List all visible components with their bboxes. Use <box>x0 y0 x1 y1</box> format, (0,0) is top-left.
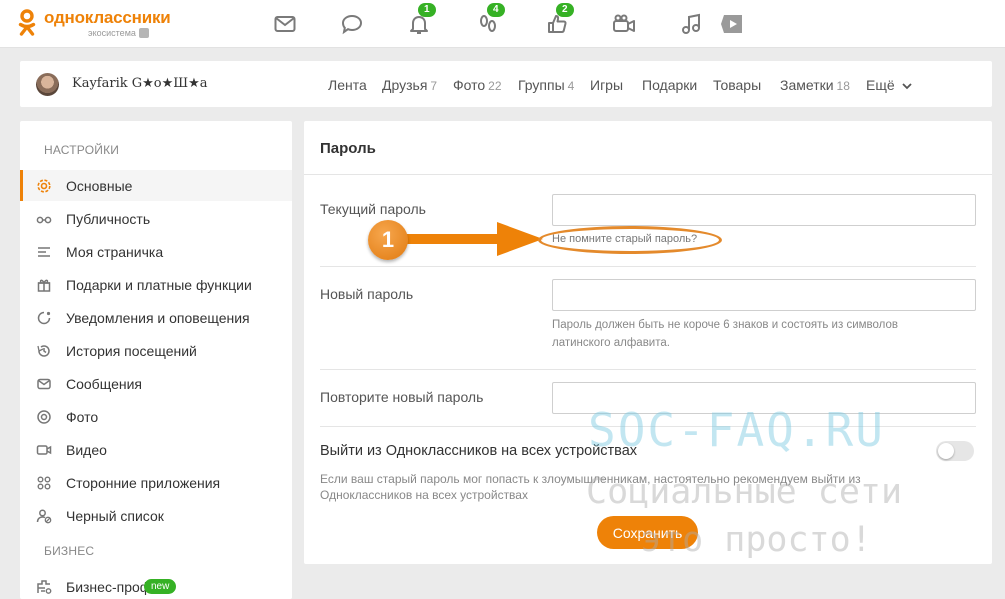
sidebar-item-blacklist[interactable]: Черный список <box>20 500 292 531</box>
logout-all-toggle[interactable] <box>936 441 974 461</box>
nav-photos[interactable]: Фото 22 <box>453 77 502 93</box>
sidebar-item-apps[interactable]: Сторонние приложения <box>20 467 292 498</box>
sidebar-item-messages[interactable]: Сообщения <box>20 368 292 399</box>
sidebar-item-my-page[interactable]: Моя страничка <box>20 236 292 267</box>
like-icon[interactable]: 2 <box>545 3 574 36</box>
sidebar-item-publicity[interactable]: Публичность <box>20 203 292 234</box>
profile-nav-bar: Kayfarik G★o★Ш★a Лента Друзья 7 Фото 22 Гр… <box>20 61 992 107</box>
nav-friends[interactable]: Друзья 7 <box>382 77 437 93</box>
glasses-icon <box>36 216 52 224</box>
avatar[interactable] <box>36 73 59 96</box>
sidebar-item-gifts[interactable]: Подарки и платные функции <box>20 269 292 300</box>
mail-icon[interactable] <box>273 12 297 36</box>
watermark-line3: это просто! <box>640 520 872 560</box>
top-bar: одноклассники экосистема 1 4 2 <box>0 0 1005 48</box>
sidebar-item-history[interactable]: История посещений <box>20 335 292 366</box>
chevron-down-icon <box>901 83 912 90</box>
new-password-input[interactable] <box>552 279 976 311</box>
annotation-arrow <box>405 222 543 256</box>
play-icon[interactable] <box>720 12 744 36</box>
profile-name[interactable]: Kayfarik G★o★Ш★a <box>72 76 208 91</box>
divider <box>320 266 976 267</box>
logo-subtitle: экосистема <box>88 28 136 38</box>
page-title: Пароль <box>320 140 376 157</box>
nav-groups[interactable]: Группы 4 <box>518 77 574 93</box>
sidebar-item-photo[interactable]: Фото <box>20 401 292 432</box>
music-icon[interactable] <box>679 12 703 36</box>
guests-icon[interactable]: 4 <box>476 3 505 36</box>
repeat-password-label: Повторите новый пароль <box>320 389 484 405</box>
video-camera-icon[interactable] <box>612 12 636 36</box>
annotation-step-marker: 1 <box>368 220 408 260</box>
watermark-site: SOC-FAQ.RU <box>588 403 885 457</box>
sidebar-item-video[interactable]: Видео <box>20 434 292 465</box>
sidebar-item-business-profile[interactable]: Бизнес-профиль new <box>20 571 292 599</box>
watermark-line2: Социальные сети <box>586 472 903 512</box>
nav-more[interactable]: Ещё <box>866 77 912 93</box>
nav-feed[interactable]: Лента <box>328 77 367 93</box>
blocked-user-icon <box>36 509 52 524</box>
nav-notes[interactable]: Заметки 18 <box>780 77 850 93</box>
bell-icon[interactable]: 1 <box>407 3 436 36</box>
settings-sidebar: НАСТРОЙКИ Основные Публичность Моя стран… <box>20 121 292 599</box>
notifications-badge: 1 <box>418 3 436 17</box>
divider <box>320 369 976 370</box>
lines-icon <box>38 247 50 257</box>
logo-title: одноклассники <box>44 8 171 27</box>
video-icon <box>36 445 52 455</box>
camera-icon <box>37 410 51 424</box>
annotation-highlight <box>538 226 722 254</box>
sidebar-item-notifications[interactable]: Уведомления и оповещения <box>20 302 292 333</box>
history-icon <box>37 345 50 357</box>
business-icon <box>37 580 52 594</box>
divider <box>304 174 992 175</box>
new-password-hint: Пароль должен быть не короче 6 знаков и … <box>552 319 898 349</box>
ok-logo[interactable]: одноклассники экосистема <box>18 9 171 39</box>
gear-icon <box>37 179 51 193</box>
ok-logo-icon <box>18 9 36 37</box>
nav-goods[interactable]: Товары <box>713 77 761 93</box>
likes-badge: 2 <box>556 3 574 17</box>
business-heading: БИЗНЕС <box>44 544 95 558</box>
new-badge: new <box>144 579 177 594</box>
guests-badge: 4 <box>487 3 505 17</box>
current-password-input[interactable] <box>552 194 976 226</box>
nav-gifts[interactable]: Подарки <box>642 77 697 93</box>
notification-icon <box>37 311 51 325</box>
vk-icon <box>138 28 149 38</box>
chat-icon[interactable] <box>340 12 364 36</box>
gift-icon <box>37 279 51 292</box>
nav-games[interactable]: Игры <box>590 77 623 93</box>
new-password-label: Новый пароль <box>320 286 414 302</box>
apps-icon <box>37 476 51 490</box>
sidebar-item-general[interactable]: Основные <box>20 170 292 201</box>
message-icon <box>37 378 51 390</box>
settings-heading: НАСТРОЙКИ <box>44 143 120 157</box>
